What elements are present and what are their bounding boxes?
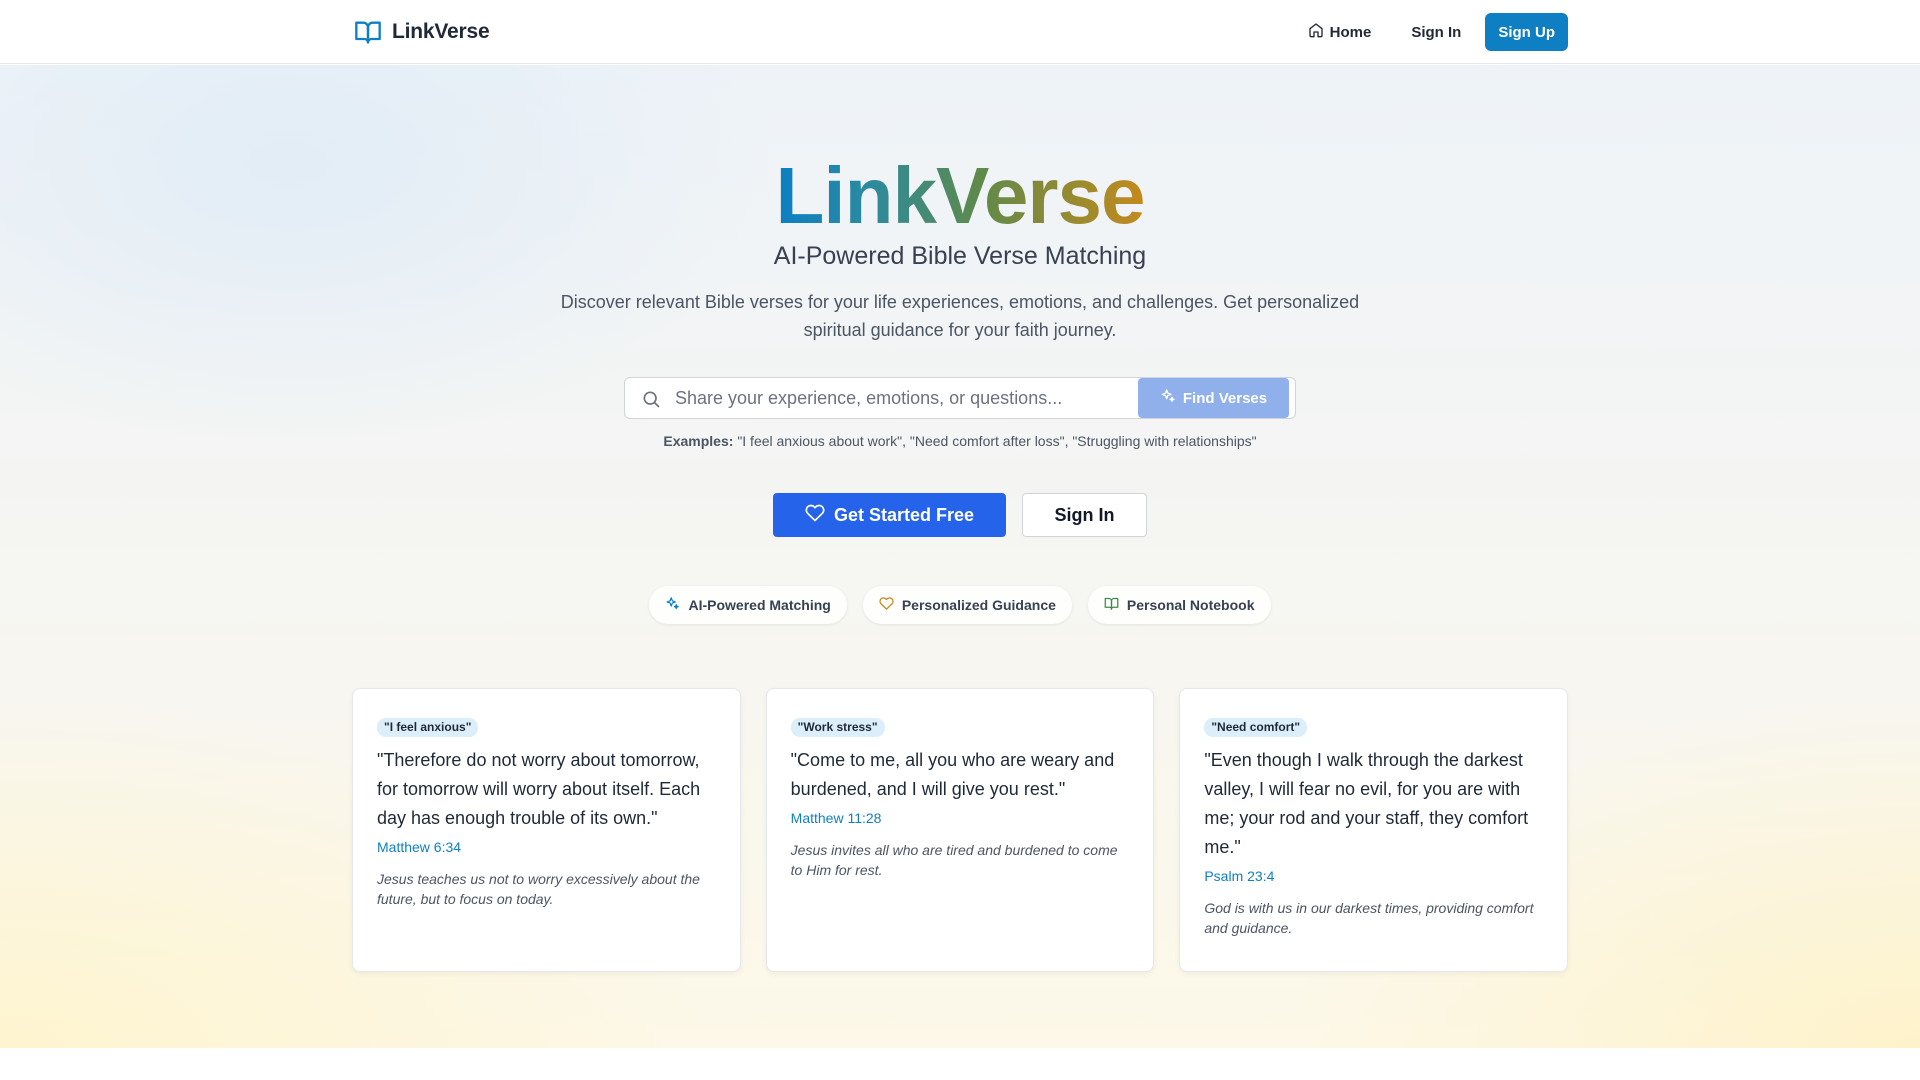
book-icon <box>1104 596 1119 614</box>
card-verse: "Therefore do not worry about tomorrow, … <box>377 750 701 828</box>
card-verse: "Come to me, all you who are weary and b… <box>790 750 1115 799</box>
nav-signin-link[interactable]: Sign In <box>1395 13 1477 51</box>
card-tag: "Need comfort" <box>1204 718 1308 737</box>
open-book-icon <box>352 16 384 48</box>
search-input[interactable] <box>675 378 1135 418</box>
example-verse-cards: "I feel anxious" "Therefore do not worry… <box>352 688 1569 972</box>
cta-row: Get Started Free Sign In <box>0 493 1920 537</box>
hero-section: LinkVerse AI-Powered Bible Verse Matchin… <box>0 65 1920 1048</box>
card-note: God is with us in our darkest times, pro… <box>1204 900 1534 936</box>
top-navbar: LinkVerse Home Sign In Sign Up <box>0 0 1920 64</box>
search-icon <box>641 389 661 409</box>
find-verses-label: Find Verses <box>1182 389 1268 407</box>
verse-card: "I feel anxious" "Therefore do not worry… <box>352 688 741 972</box>
feature-pill-ai-matching: AI-Powered Matching <box>649 586 847 624</box>
get-started-label: Get Started Free <box>833 504 975 525</box>
sparkles-icon <box>665 596 680 614</box>
feature-label: Personalized Guidance <box>901 597 1056 613</box>
verse-card: "Work stress" "Come to me, all you who a… <box>765 688 1155 972</box>
brand-name: LinkVerse <box>392 20 490 43</box>
nav-home-link[interactable]: Home <box>1292 13 1388 51</box>
sparkles-icon <box>1160 388 1176 408</box>
hero-title: LinkVerse <box>0 141 1920 251</box>
heart-icon <box>805 503 825 528</box>
get-started-button[interactable]: Get Started Free <box>773 493 1006 537</box>
feature-pills: AI-Powered Matching Personalized Guidanc… <box>0 586 1920 624</box>
card-note: Jesus teaches us not to worry excessivel… <box>377 871 700 907</box>
nav-home-label: Home <box>1329 23 1372 41</box>
home-icon <box>1308 22 1324 42</box>
search-bar: Find Verses <box>624 377 1296 419</box>
examples-label: Examples: <box>663 433 734 449</box>
card-note: Jesus invites all who are tired and burd… <box>790 842 1118 878</box>
verse-card: "Need comfort" "Even though I walk throu… <box>1179 688 1569 972</box>
search-examples: Examples: "I feel anxious about work", "… <box>0 433 1920 449</box>
card-reference: Matthew 6:34 <box>377 839 462 855</box>
hero-subtitle: AI-Powered Bible Verse Matching <box>773 242 1147 270</box>
heart-icon <box>879 596 894 614</box>
feature-pill-notebook: Personal Notebook <box>1087 586 1271 624</box>
card-reference: Psalm 23:4 <box>1204 868 1275 884</box>
feature-label: AI-Powered Matching <box>688 597 831 613</box>
feature-pill-guidance: Personalized Guidance <box>862 586 1072 624</box>
hero-title-text: LinkVerse <box>775 151 1145 240</box>
hero-signin-button[interactable]: Sign In <box>1022 493 1147 537</box>
examples-text: "I feel anxious about work", "Need comfo… <box>737 433 1257 449</box>
card-reference: Matthew 11:28 <box>790 810 882 826</box>
page-bottom-strip <box>0 1048 1920 1080</box>
nav-signup-button[interactable]: Sign Up <box>1485 13 1568 51</box>
find-verses-button[interactable]: Find Verses <box>1138 378 1289 418</box>
card-verse: "Even though I walk through the darkest … <box>1204 750 1529 857</box>
card-tag: "Work stress" <box>790 718 885 737</box>
nav-actions: Home Sign In Sign Up <box>1292 13 1568 51</box>
brand-logo-link[interactable]: LinkVerse <box>352 16 490 48</box>
hero-description: Discover relevant Bible verses for your … <box>560 292 1360 340</box>
feature-label: Personal Notebook <box>1126 597 1255 613</box>
card-tag: "I feel anxious" <box>377 718 479 737</box>
